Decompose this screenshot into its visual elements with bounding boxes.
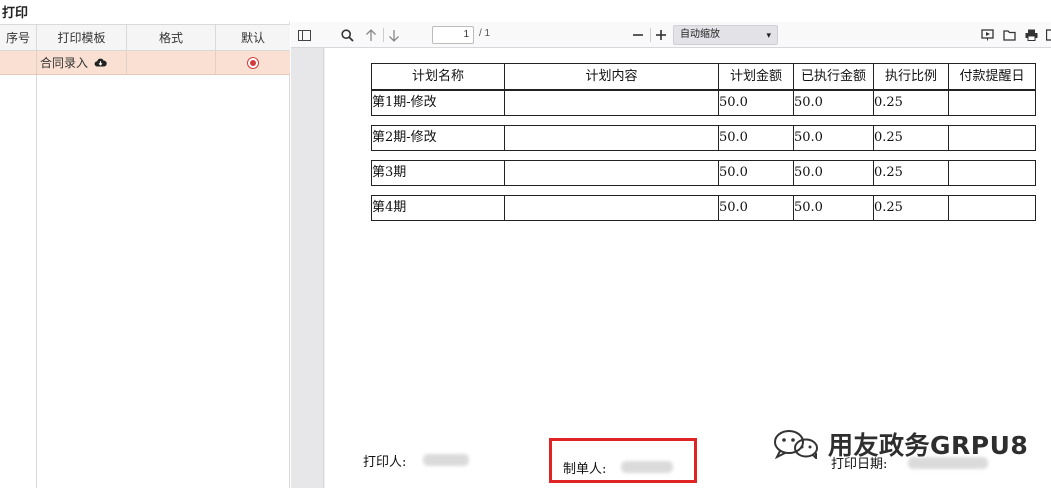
cell-payment-reminder-date bbox=[949, 161, 1035, 185]
header-plan-amount: 计划金额 bbox=[719, 64, 794, 89]
row-format-cell[interactable] bbox=[127, 51, 216, 74]
cell-execution-ratio: 0.25 bbox=[874, 161, 949, 185]
printer-label: 打印人: bbox=[363, 455, 407, 470]
zoom-in-icon[interactable] bbox=[651, 25, 671, 45]
arrow-up-icon[interactable] bbox=[361, 25, 381, 45]
cell-executed-amount: 50.0 bbox=[794, 91, 874, 115]
radio-dot bbox=[250, 59, 256, 66]
print-icon[interactable] bbox=[1021, 25, 1041, 45]
cell-payment-reminder-date bbox=[949, 91, 1035, 115]
page-total: / 1 bbox=[479, 28, 491, 39]
grid-divider bbox=[36, 75, 37, 488]
cell-executed-amount: 50.0 bbox=[794, 196, 874, 220]
zoom-value: 自动缩放 bbox=[680, 29, 720, 40]
template-grid-header: 序号 打印模板 格式 默认 bbox=[0, 24, 290, 51]
redacted-printer-name bbox=[423, 454, 469, 466]
column-header-default[interactable]: 默认 bbox=[216, 25, 290, 50]
column-header-template[interactable]: 打印模板 bbox=[37, 25, 127, 50]
header-plan-name: 计划名称 bbox=[372, 64, 505, 89]
column-header-format[interactable]: 格式 bbox=[127, 25, 216, 50]
cell-payment-reminder-date bbox=[949, 196, 1035, 220]
cell-plan-name: 第3期 bbox=[372, 161, 505, 185]
open-file-icon[interactable] bbox=[999, 25, 1019, 45]
cell-plan-name: 第4期 bbox=[372, 196, 505, 220]
zoom-out-icon[interactable] bbox=[628, 25, 648, 45]
cell-executed-amount: 50.0 bbox=[794, 126, 874, 150]
cell-plan-content bbox=[505, 161, 719, 185]
chevron-down-icon: ▾ bbox=[766, 30, 771, 40]
plan-table-header: 计划名称 计划内容 计划金额 已执行金额 执行比例 付款提醒日 bbox=[371, 63, 1036, 90]
cell-plan-amount: 50.0 bbox=[719, 91, 794, 115]
template-list-pane: 序号 打印模板 格式 默认 合同录入 bbox=[0, 22, 290, 488]
cell-execution-ratio: 0.25 bbox=[874, 91, 949, 115]
table-row: 第3期 50.0 50.0 0.25 bbox=[371, 160, 1036, 186]
page-number-input[interactable]: 1 bbox=[432, 26, 474, 44]
cell-plan-name: 第1期-修改 bbox=[372, 91, 505, 115]
cell-plan-content bbox=[505, 196, 719, 220]
search-icon[interactable] bbox=[337, 25, 357, 45]
cell-plan-amount: 50.0 bbox=[719, 126, 794, 150]
header-execution-ratio: 执行比例 bbox=[874, 64, 949, 89]
cloud-download-icon[interactable] bbox=[94, 57, 107, 68]
header-payment-reminder-date: 付款提醒日 bbox=[959, 69, 1025, 84]
header-executed-amount: 已执行金额 bbox=[794, 64, 874, 89]
cell-plan-amount: 50.0 bbox=[719, 161, 794, 185]
header-plan-content: 计划内容 bbox=[505, 64, 719, 89]
cell-payment-reminder-date bbox=[949, 126, 1035, 150]
chat-bubble-logo-icon bbox=[774, 430, 818, 459]
watermark: 用友政务GRPU8 bbox=[772, 424, 1028, 464]
cell-plan-content bbox=[505, 91, 719, 115]
annotation-highlight-box bbox=[549, 438, 697, 483]
arrow-down-icon[interactable] bbox=[384, 25, 404, 45]
pdf-page: 计划名称 计划内容 计划金额 已执行金额 执行比例 付款提醒日 第1期-修改 5… bbox=[325, 48, 1051, 488]
default-radio[interactable] bbox=[247, 56, 259, 69]
cell-plan-content bbox=[505, 126, 719, 150]
row-template-cell[interactable]: 合同录入 bbox=[37, 51, 127, 74]
cell-execution-ratio: 0.25 bbox=[874, 196, 949, 220]
cell-executed-amount: 50.0 bbox=[794, 161, 874, 185]
table-row[interactable]: 合同录入 bbox=[0, 51, 290, 75]
cell-plan-name: 第2期-修改 bbox=[372, 126, 505, 150]
viewer-toolbar: 1 / 1 自动缩放 ▾ bbox=[291, 22, 1051, 48]
table-row: 第4期 50.0 50.0 0.25 bbox=[371, 195, 1036, 221]
dialog-titlebar: 打印 bbox=[0, 0, 1051, 22]
pdf-viewer: 1 / 1 自动缩放 ▾ 计划名称 计划内容 计划金额 已执行金额 执行比例 付… bbox=[291, 22, 1051, 488]
table-row: 第2期-修改 50.0 50.0 0.25 bbox=[371, 125, 1036, 151]
column-header-seq[interactable]: 序号 bbox=[0, 25, 37, 50]
cell-plan-amount: 50.0 bbox=[719, 196, 794, 220]
cell-execution-ratio: 0.25 bbox=[874, 126, 949, 150]
template-name: 合同录入 bbox=[40, 56, 89, 70]
table-row: 第1期-修改 50.0 50.0 0.25 bbox=[371, 90, 1036, 116]
watermark-text: 用友政务GRPU8 bbox=[828, 431, 1029, 460]
zoom-select[interactable]: 自动缩放 ▾ bbox=[673, 25, 778, 45]
dialog-title: 打印 bbox=[2, 5, 29, 20]
row-default-cell bbox=[216, 51, 290, 74]
viewer-sidebar-strip bbox=[291, 48, 324, 488]
download-icon[interactable] bbox=[1041, 25, 1051, 45]
sidebar-toggle-icon[interactable] bbox=[294, 25, 314, 45]
presentation-icon[interactable] bbox=[977, 25, 997, 45]
row-seq-cell bbox=[0, 51, 37, 74]
